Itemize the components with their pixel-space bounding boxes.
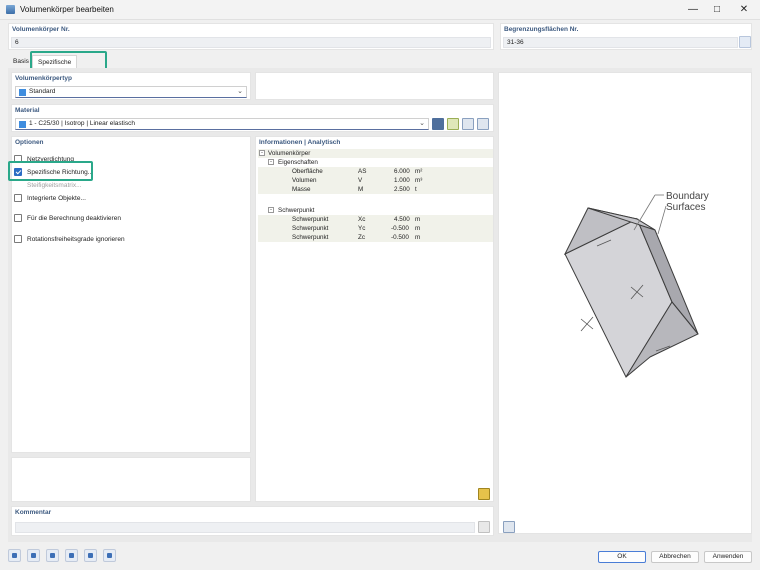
prop-value: 6.000	[394, 168, 410, 175]
prop-value: -0.500	[391, 234, 409, 241]
prop-symbol: M	[358, 186, 364, 193]
empty-panel-bottom	[11, 457, 251, 502]
prop-name: Volumen	[292, 177, 317, 184]
material-label: Material	[15, 107, 40, 114]
material-library-icon[interactable]	[432, 118, 444, 130]
solid-type-panel: Volumenkörpertyp Standard ⌄	[11, 72, 251, 100]
material-panel: Material 1 - C25/30 | Isotrop | Linear e…	[11, 104, 494, 132]
minimize-icon[interactable]: —	[680, 0, 706, 20]
material-swatch	[19, 121, 26, 128]
info-export-icon[interactable]	[478, 488, 490, 500]
table-icon[interactable]	[46, 549, 59, 562]
solid-type-swatch	[19, 89, 26, 96]
material-value: 1 - C25/30 | Isotrop | Linear elastisch	[29, 120, 135, 127]
prop-symbol: V	[358, 177, 363, 184]
checkbox[interactable]	[14, 235, 22, 243]
collapse-icon[interactable]: -	[259, 150, 265, 156]
app-icon	[6, 5, 15, 14]
material-settings-icon[interactable]	[477, 118, 489, 130]
collapse-icon[interactable]: -	[268, 207, 274, 213]
select-surfaces-icon[interactable]	[739, 36, 751, 48]
prop-unit: m	[415, 234, 421, 241]
centroid-group-row: - Schwerpunkt	[258, 206, 493, 215]
help-icon[interactable]	[8, 549, 21, 562]
cancel-button[interactable]: Abbrechen	[651, 551, 699, 563]
script-icon[interactable]	[103, 549, 116, 562]
table-row: Masse M 2.500 t	[258, 185, 493, 194]
preview-settings-icon[interactable]	[503, 521, 515, 533]
maximize-icon[interactable]: □	[704, 0, 730, 20]
prop-unit: m	[415, 216, 421, 223]
prop-value: 1.000	[394, 177, 410, 184]
boundary-surfaces-panel: Begrenzungsflächen Nr. 31-36	[500, 23, 752, 50]
collapse-icon[interactable]: -	[268, 159, 274, 165]
prop-symbol: Xc	[358, 216, 366, 223]
solid-type-value: Standard	[29, 88, 56, 95]
prop-unit: m³	[415, 177, 423, 184]
annotation-boundary: Boundary	[666, 191, 709, 202]
solid-type-dropdown[interactable]: Standard ⌄	[15, 86, 247, 98]
view-icon[interactable]	[65, 549, 78, 562]
close-icon[interactable]: ✕	[731, 0, 757, 20]
apply-button[interactable]: Anwenden	[704, 551, 752, 563]
comment-label: Kommentar	[15, 509, 52, 516]
prop-name: Schwerpunkt	[292, 216, 329, 223]
solid-type-label: Volumenkörpertyp	[15, 75, 72, 82]
boundary-surfaces-field[interactable]: 31-36	[503, 37, 738, 48]
solid-number-panel: Volumenkörper Nr. 6	[8, 23, 494, 50]
prop-symbol: AS	[358, 168, 367, 175]
option-label: Integrierte Objekte...	[27, 195, 86, 202]
table-row: Oberfläche AS 6.000 m²	[258, 167, 493, 176]
solid-number-field[interactable]: 6	[11, 37, 491, 48]
option-label: Für die Berechnung deaktivieren	[27, 215, 121, 222]
prop-value: 4.500	[394, 216, 410, 223]
prop-name: Masse	[292, 186, 311, 193]
window-title: Volumenkörper bearbeiten	[20, 5, 114, 14]
prop-value: -0.500	[391, 225, 409, 232]
prop-name: Schwerpunkt	[292, 225, 329, 232]
comment-panel: Kommentar	[11, 506, 494, 536]
prop-unit: m²	[415, 168, 423, 175]
edit-material-icon[interactable]	[462, 118, 474, 130]
checkbox[interactable]	[14, 194, 22, 202]
prop-name: Schwerpunkt	[292, 234, 329, 241]
prop-symbol: Zc	[358, 234, 365, 241]
table-row: Schwerpunkt Yc -0.500 m	[258, 224, 493, 233]
prop-unit: t	[415, 186, 417, 193]
chevron-down-icon: ⌄	[237, 88, 243, 95]
prop-unit: m	[415, 225, 421, 232]
comment-field[interactable]	[15, 522, 475, 533]
table-row: Schwerpunkt Xc 4.500 m	[258, 215, 493, 224]
material-dropdown[interactable]: 1 - C25/30 | Isotrop | Linear elastisch …	[15, 118, 429, 130]
options-label: Optionen	[15, 139, 44, 146]
properties-group-row: - Eigenschaften	[258, 158, 493, 167]
empty-panel-top	[255, 72, 494, 100]
comment-library-icon[interactable]	[478, 521, 490, 533]
chevron-down-icon: ⌄	[419, 120, 425, 127]
properties-group-label: Eigenschaften	[278, 159, 318, 166]
tree-root-row: - Volumenkörper	[258, 149, 493, 158]
title-bar: Volumenkörper bearbeiten — □ ✕	[0, 0, 760, 20]
prop-name: Oberfläche	[292, 168, 323, 175]
new-material-icon[interactable]	[447, 118, 459, 130]
option-label: Rotationsfreiheitsgrade ignorieren	[27, 236, 125, 243]
model-icon[interactable]	[84, 549, 97, 562]
preview-panel: Boundary Surfaces	[498, 72, 752, 534]
solid-preview-graphic: Boundary Surfaces	[563, 191, 709, 379]
units-icon[interactable]	[27, 549, 40, 562]
tree-root-label: Volumenkörper	[268, 150, 311, 157]
annotation-surfaces: Surfaces	[666, 202, 705, 213]
table-row: Volumen V 1.000 m³	[258, 176, 493, 185]
info-label: Informationen | Analytisch	[259, 139, 341, 146]
ok-button[interactable]: OK	[598, 551, 646, 563]
centroid-group-label: Schwerpunkt	[278, 207, 315, 214]
option-highlight-box	[8, 161, 93, 181]
boundary-surfaces-label: Begrenzungsflächen Nr.	[504, 26, 579, 33]
checkbox[interactable]	[14, 214, 22, 222]
table-row: Schwerpunkt Zc -0.500 m	[258, 233, 493, 242]
prop-symbol: Yc	[358, 225, 366, 232]
prop-value: 2.500	[394, 186, 410, 193]
solid-number-label: Volumenkörper Nr.	[12, 26, 70, 33]
option-label: Steifigkeitsmatrix...	[27, 182, 82, 189]
